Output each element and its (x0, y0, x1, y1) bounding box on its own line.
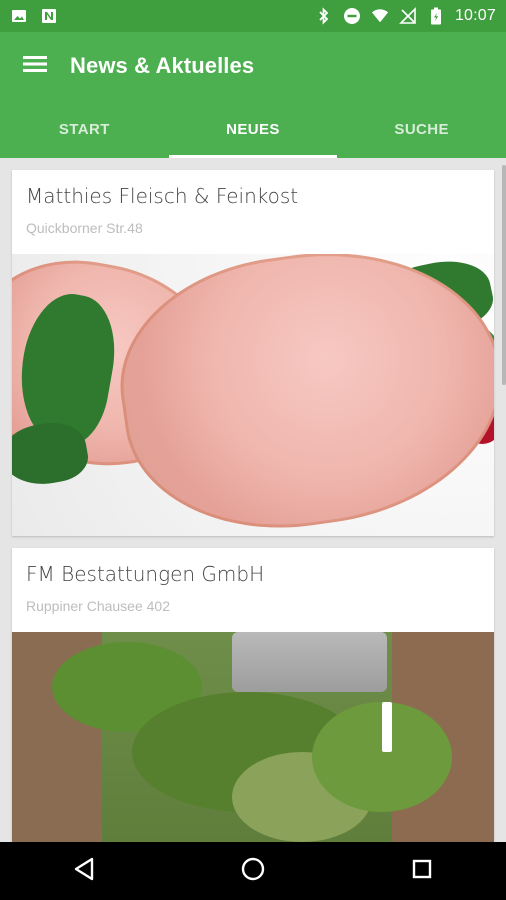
scroll-indicator[interactable] (502, 165, 506, 385)
wifi-icon (371, 7, 389, 25)
page-title: News & Aktuelles (70, 53, 255, 78)
home-icon (240, 856, 266, 887)
do-not-disturb-icon (343, 7, 361, 25)
card-address: Ruppiner Chausee 402 (26, 598, 170, 614)
recents-button[interactable] (387, 842, 457, 900)
status-right: 10:07 (315, 7, 496, 25)
system-nav-bar (0, 842, 506, 900)
back-button[interactable] (49, 842, 119, 900)
tab-suche[interactable]: SUCHE (337, 100, 506, 158)
status-bar: 10:07 (0, 0, 506, 32)
back-icon (73, 857, 95, 886)
news-list[interactable]: Matthies Fleisch & Feinkost Quickborner … (0, 158, 506, 842)
no-signal-icon (399, 7, 417, 25)
tab-neues[interactable]: NEUES (168, 100, 338, 158)
card-title: FM Bestattungen GmbH (26, 562, 265, 586)
image-icon (10, 7, 28, 25)
card-address: Quickborner Str.48 (26, 220, 143, 236)
news-card[interactable]: FM Bestattungen GmbH Ruppiner Chausee 40… (12, 548, 494, 842)
tab-start[interactable]: START (0, 100, 169, 158)
n-icon (40, 7, 58, 25)
status-time: 10:07 (454, 7, 496, 24)
hamburger-menu-button[interactable] (0, 32, 70, 100)
card-title: Matthies Fleisch & Feinkost (26, 184, 299, 208)
home-button[interactable] (218, 842, 288, 900)
battery-icon (427, 7, 445, 25)
recents-icon (411, 858, 433, 885)
news-card[interactable]: Matthies Fleisch & Feinkost Quickborner … (12, 170, 494, 536)
grave-image (12, 632, 494, 842)
app-bar: News & Aktuelles (0, 32, 506, 100)
meat-image (12, 254, 494, 536)
tab-bar: START NEUES SUCHE (0, 100, 506, 158)
status-left (10, 7, 58, 25)
hamburger-menu-icon (23, 54, 47, 79)
bluetooth-icon (315, 7, 333, 25)
